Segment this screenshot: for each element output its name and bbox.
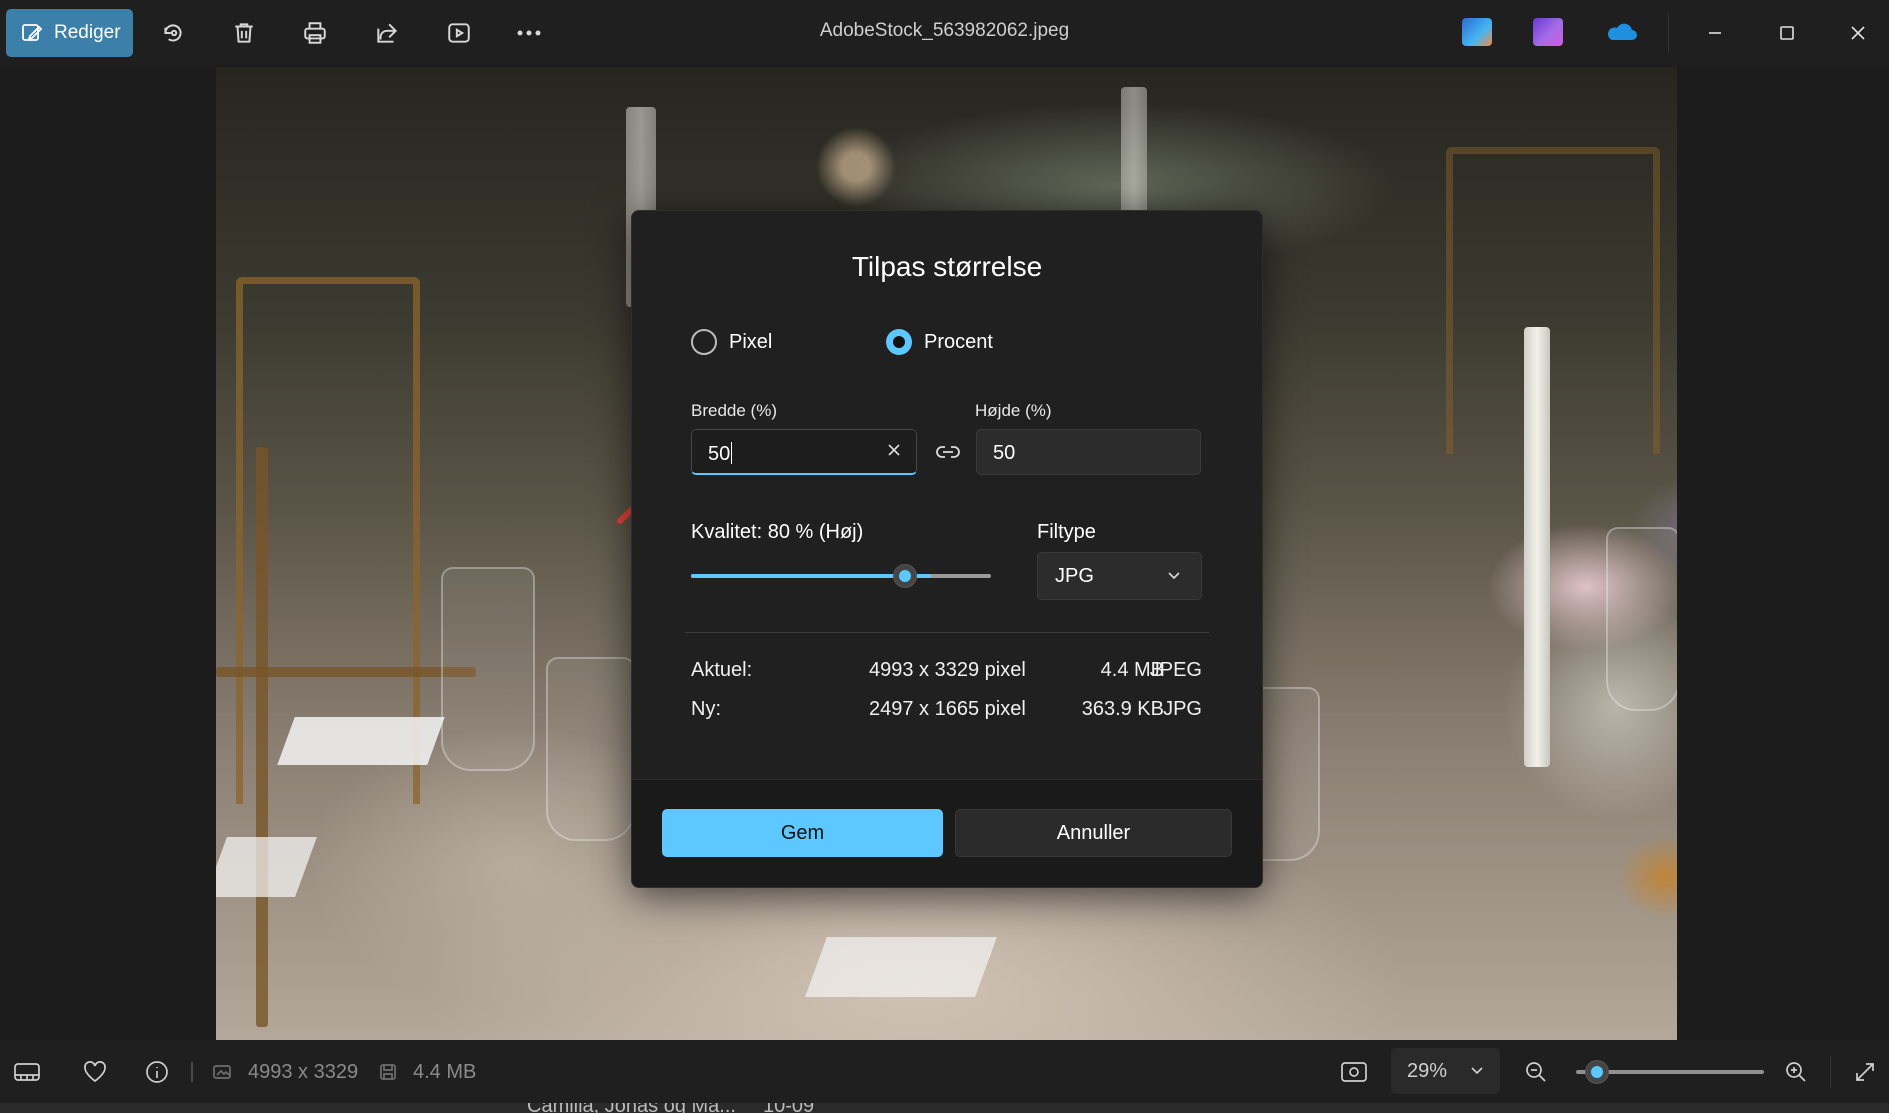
width-label: Bredde (%) — [691, 401, 777, 420]
chair-rail — [216, 667, 476, 677]
bottom-divider — [191, 1062, 193, 1082]
height-label: Højde (%) — [975, 401, 1052, 420]
bottom-bar: 4993 x 3329 4.4 MB 29% — [0, 1040, 1889, 1103]
dialog-title: Tilpas størrelse — [851, 251, 1043, 282]
new-dimensions: 2497 x 1665 pixel — [869, 698, 1026, 720]
fullscreen-icon[interactable] — [1849, 1057, 1881, 1087]
zoom-out-icon[interactable] — [1520, 1057, 1552, 1087]
onedrive-app-icon[interactable] — [1604, 18, 1638, 46]
clear-icon[interactable] — [886, 442, 902, 458]
link-icon[interactable] — [935, 443, 961, 461]
quality-label: Kvalitet: 80 % (Høj) — [691, 521, 864, 543]
zoom-in-icon[interactable] — [1780, 1057, 1812, 1087]
designer-app-icon[interactable] — [1462, 18, 1492, 46]
edit-button-label: Rediger — [54, 22, 121, 43]
more-icon[interactable] — [511, 15, 547, 51]
new-label: Ny: — [691, 698, 721, 720]
print-icon[interactable] — [297, 15, 333, 51]
cancel-button[interactable]: Annuller — [955, 809, 1232, 857]
height-value: 50 — [993, 442, 1016, 464]
rotate-icon[interactable] — [155, 15, 191, 51]
width-input[interactable]: 50 — [691, 429, 917, 475]
maximize-icon[interactable] — [1769, 15, 1805, 51]
zoom-select[interactable]: 29% — [1391, 1048, 1500, 1094]
wine-glass — [441, 567, 535, 771]
new-format: JPG — [1163, 698, 1202, 720]
current-dimensions: 4993 x 3329 pixel — [869, 659, 1026, 681]
save-button[interactable]: Gem — [662, 809, 943, 857]
resize-dialog: Tilpas størrelse Pixel Procent Bredde (%… — [631, 210, 1263, 888]
filmstrip-item-date: 10-09 — [763, 1103, 814, 1113]
radio-button[interactable] — [691, 329, 717, 355]
chair-leg — [256, 447, 268, 1027]
radio-label: Procent — [924, 330, 993, 353]
top-toolbar: Rediger AdobeStock_563982062.jpeg — [0, 0, 1889, 66]
filmstrip[interactable]: Camilla, Jonas og Ma... 10-09 — [0, 1103, 1889, 1113]
zoom-slider-thumb[interactable] — [1585, 1060, 1610, 1084]
info-icon[interactable] — [141, 1057, 173, 1087]
filetype-label: Filtype — [1037, 521, 1096, 543]
bottom-divider — [1830, 1056, 1831, 1088]
minimize-icon[interactable] — [1697, 15, 1733, 51]
image-dimensions: 4993 x 3329 — [248, 1061, 359, 1083]
radio-pixel[interactable]: Pixel — [691, 329, 772, 355]
zoom-slider[interactable] — [1576, 1060, 1764, 1084]
radio-label: Pixel — [729, 330, 773, 353]
napkin — [277, 717, 445, 765]
file-size-icon — [376, 1057, 400, 1087]
filmstrip-item-label: Camilla, Jonas og Ma... — [527, 1103, 736, 1113]
quality-slider[interactable] — [691, 564, 991, 588]
filmstrip-toggle-icon[interactable] — [11, 1057, 43, 1087]
wine-glass — [546, 657, 635, 841]
share-icon[interactable] — [369, 15, 405, 51]
divider — [685, 632, 1209, 633]
height-input[interactable]: 50 — [976, 429, 1201, 475]
napkin — [805, 937, 997, 997]
slideshow-icon[interactable] — [441, 15, 477, 51]
zoom-value: 29% — [1407, 1060, 1448, 1082]
wine-glass — [1606, 527, 1677, 711]
close-icon[interactable] — [1840, 15, 1876, 51]
edit-button[interactable]: Rediger — [6, 9, 133, 57]
chevron-down-icon — [1471, 1067, 1483, 1075]
filetype-select[interactable]: JPG — [1037, 552, 1202, 600]
file-size: 4.4 MB — [413, 1061, 477, 1083]
clipchamp-app-icon[interactable] — [1533, 18, 1563, 46]
text-caret — [731, 442, 733, 464]
image-size-icon — [209, 1057, 235, 1087]
favorite-icon[interactable] — [79, 1057, 111, 1087]
width-value: 50 — [708, 443, 731, 465]
delete-icon[interactable] — [226, 15, 262, 51]
edit-icon — [22, 24, 43, 41]
radio-procent[interactable]: Procent — [886, 329, 993, 355]
current-label: Aktuel: — [691, 659, 753, 681]
quality-slider-thumb[interactable] — [893, 564, 917, 588]
toolbar-divider — [1668, 14, 1669, 52]
radio-button-selected[interactable] — [886, 329, 912, 355]
chair — [1446, 147, 1660, 454]
chevron-down-icon — [1168, 572, 1180, 580]
fit-to-window-icon[interactable] — [1338, 1057, 1370, 1087]
current-format: JPEG — [1149, 659, 1202, 681]
filetype-value: JPG — [1055, 565, 1094, 587]
napkin — [216, 837, 317, 897]
